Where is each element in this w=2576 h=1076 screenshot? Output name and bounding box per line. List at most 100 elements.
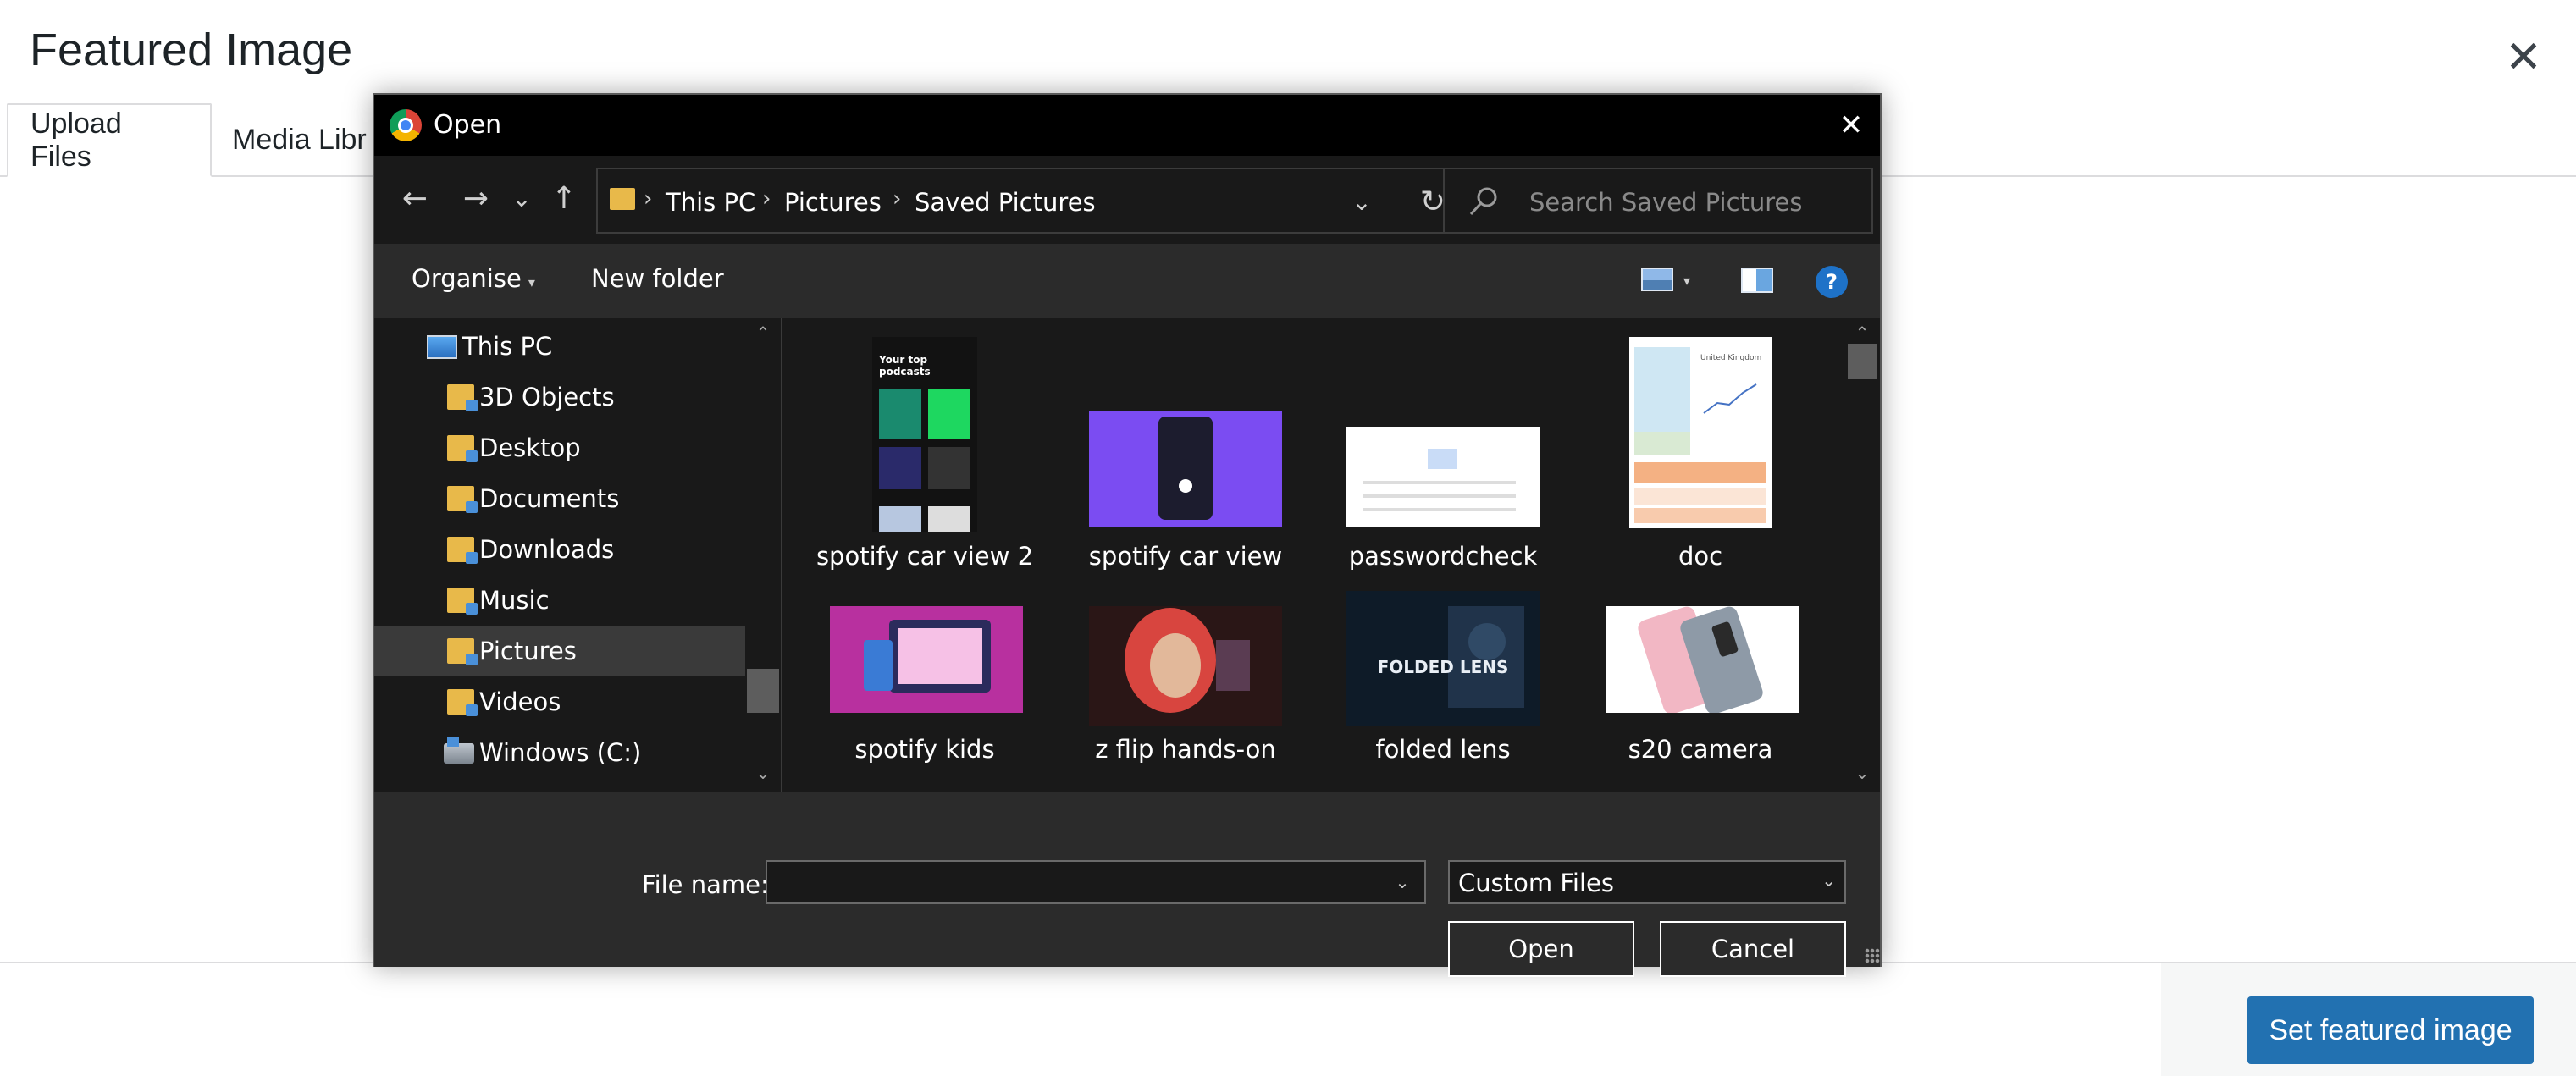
scrollbar-thumb[interactable]	[747, 669, 779, 713]
scroll-up-icon[interactable]: ⌃	[752, 322, 774, 344]
tab-media-library[interactable]: Media Libr	[210, 103, 389, 177]
dialog-title: Open	[434, 110, 502, 140]
file-item-spotify-kids[interactable]	[830, 606, 1023, 713]
tree-item-label: Music	[479, 586, 550, 615]
search-placeholder: Search Saved Pictures	[1529, 188, 1803, 217]
thumbnail-caption: United Kingdom	[1700, 354, 1762, 362]
file-name-history-chevron-icon[interactable]: ⌄	[1387, 869, 1418, 896]
recent-locations-chevron-icon[interactable]: ⌄	[501, 178, 542, 218]
file-item-spotify-car-view-2[interactable]: Your top podcasts	[872, 337, 977, 532]
folder-icon	[447, 638, 478, 665]
file-thumbnail	[1606, 606, 1799, 715]
tree-item-downloads[interactable]: Downloads	[374, 525, 745, 574]
change-view-icon[interactable]	[1641, 268, 1673, 291]
file-item-z-flip-hands-on[interactable]	[1089, 606, 1282, 726]
scroll-down-icon[interactable]: ⌄	[752, 762, 774, 784]
chrome-icon	[390, 109, 422, 141]
address-dropdown-icon[interactable]: ⌄	[1343, 183, 1380, 220]
drive-icon	[444, 737, 474, 764]
tree-item-label: Pictures	[479, 637, 577, 665]
file-item-passwordcheck[interactable]	[1346, 427, 1540, 527]
file-item-doc[interactable]: United Kingdom	[1629, 337, 1772, 528]
breadcrumb-pictures[interactable]: Pictures	[784, 188, 882, 217]
address-bar[interactable]: › This PC › Pictures › Saved Pictures ⌄ …	[596, 168, 1468, 234]
file-item-spotify-car-view[interactable]	[1089, 411, 1282, 527]
tree-item-label: Desktop	[479, 433, 581, 462]
folder-icon	[447, 588, 478, 615]
scroll-down-icon[interactable]: ⌄	[1851, 762, 1873, 784]
tree-item-label: Documents	[479, 484, 620, 513]
file-thumbnail	[1346, 427, 1540, 527]
thumbnail-caption: FOLDED LENS	[1377, 657, 1509, 677]
open-button[interactable]: Open	[1448, 921, 1634, 977]
tree-item-documents[interactable]: Documents	[374, 474, 745, 523]
search-icon	[1469, 187, 1497, 216]
tree-item-pictures[interactable]: Pictures	[374, 626, 745, 676]
file-name: passwordcheck	[1348, 542, 1538, 571]
tree-item-windows-c[interactable]: Windows (C:)	[374, 728, 745, 777]
file-name: spotify car view	[1088, 542, 1283, 571]
tree-item-label: Videos	[479, 687, 561, 716]
navigation-scrollbar[interactable]: ⌃ ⌄	[745, 318, 781, 792]
tree-item-videos[interactable]: Videos	[374, 677, 745, 726]
file-thumbnail	[1089, 411, 1282, 527]
folder-icon	[610, 188, 635, 210]
file-thumbnail	[1089, 606, 1282, 726]
search-input[interactable]: Search Saved Pictures	[1443, 168, 1873, 234]
preview-pane-icon[interactable]	[1741, 268, 1773, 293]
scrollbar-thumb[interactable]	[1848, 344, 1877, 379]
navigation-pane: This PC 3D Objects Desktop Documents Dow…	[374, 318, 745, 792]
breadcrumb-saved-pictures[interactable]: Saved Pictures	[915, 188, 1096, 217]
cancel-button[interactable]: Cancel	[1660, 921, 1846, 977]
file-name: s20 camera	[1628, 735, 1773, 764]
breadcrumb-separator-icon: ›	[644, 186, 653, 212]
navigation-bar: ← → ⌄ ↑ › This PC › Pictures › Saved Pic…	[374, 156, 1880, 244]
organise-menu[interactable]: Organise ▾	[412, 264, 535, 293]
file-name: doc	[1678, 542, 1723, 571]
computer-icon	[427, 335, 457, 359]
tab-upload-files[interactable]: Upload Files	[7, 103, 212, 177]
folder-icon	[447, 486, 478, 513]
scroll-up-icon[interactable]: ⌃	[1851, 322, 1873, 344]
modal-title: Featured Image	[30, 25, 353, 75]
breadcrumb-separator-icon: ›	[762, 186, 771, 212]
close-icon[interactable]: ✕	[2500, 33, 2547, 82]
resize-grip-icon[interactable]	[1865, 948, 1880, 963]
file-list-scrollbar[interactable]: ⌃ ⌄	[1844, 318, 1880, 792]
folder-icon	[447, 537, 478, 564]
breadcrumb-this-pc[interactable]: This PC	[666, 188, 755, 217]
forward-arrow-icon[interactable]: →	[456, 178, 496, 218]
dialog-titlebar: Open ✕	[374, 95, 1880, 156]
organise-label: Organise	[412, 264, 522, 293]
folder-icon	[447, 689, 478, 716]
file-item-s20-camera[interactable]	[1606, 606, 1799, 715]
dialog-close-button[interactable]: ✕	[1827, 102, 1875, 149]
view-options-chevron-icon[interactable]: ▾	[1683, 273, 1690, 289]
file-name-input[interactable]	[766, 860, 1426, 904]
thumbnail-caption: Your top podcasts	[879, 354, 931, 378]
command-bar: Organise ▾ New folder ▾ ?	[374, 244, 1880, 318]
help-icon[interactable]: ?	[1816, 266, 1848, 298]
file-type-value: Custom Files	[1458, 869, 1614, 897]
file-item-folded-lens[interactable]: FOLDED LENS	[1346, 591, 1540, 726]
up-arrow-icon[interactable]: ↑	[544, 178, 584, 218]
tree-item-label: Downloads	[479, 535, 615, 564]
folder-icon	[447, 384, 478, 411]
chevron-down-icon: ⌄	[1821, 870, 1836, 891]
chevron-down-icon: ▾	[528, 274, 535, 290]
file-type-select[interactable]: Custom Files ⌄	[1448, 860, 1846, 904]
tree-item-music[interactable]: Music	[374, 576, 745, 625]
new-folder-button[interactable]: New folder	[591, 264, 724, 293]
tree-item-this-pc[interactable]: This PC	[374, 322, 745, 371]
file-thumbnail	[830, 606, 1023, 713]
tree-item-desktop[interactable]: Desktop	[374, 423, 745, 472]
back-arrow-icon[interactable]: ←	[395, 178, 435, 218]
file-name: spotify kids	[854, 735, 995, 764]
file-name-label: File name:	[642, 870, 769, 899]
tree-item-3d-objects[interactable]: 3D Objects	[374, 372, 745, 422]
set-featured-image-button[interactable]: Set featured image	[2247, 996, 2534, 1064]
folder-icon	[447, 435, 478, 462]
file-name: z flip hands-on	[1095, 735, 1276, 764]
breadcrumb-separator-icon: ›	[893, 186, 902, 212]
tree-item-label: 3D Objects	[479, 383, 615, 411]
